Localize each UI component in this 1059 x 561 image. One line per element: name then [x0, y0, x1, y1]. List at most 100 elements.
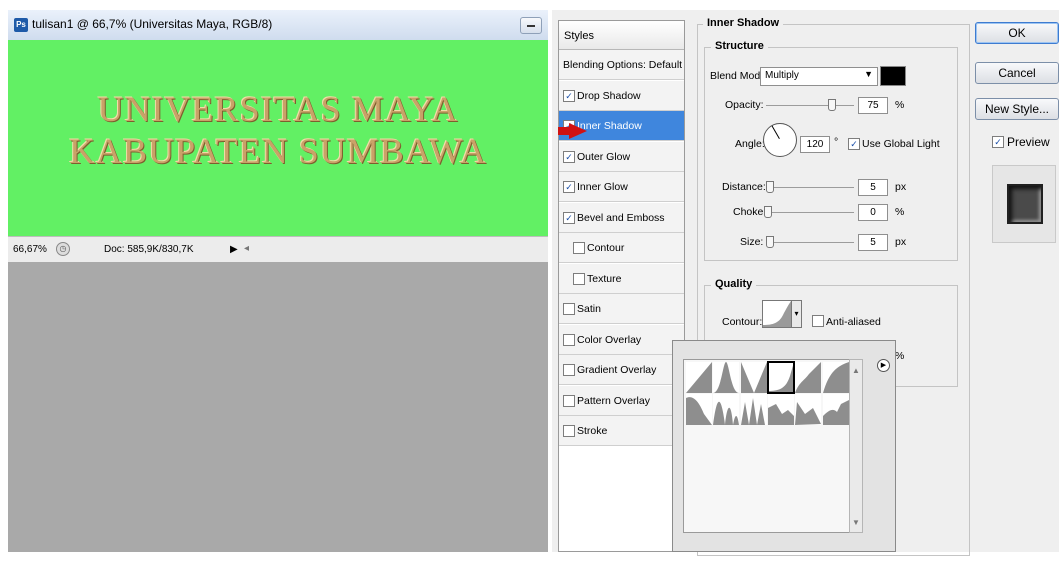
use-global-light-label: Use Global Light [862, 138, 940, 150]
styles-list: Styles Blending Options: Default Drop Sha… [558, 20, 685, 552]
style-item-checkbox[interactable] [563, 425, 575, 437]
document-title: tulisan1 @ 66,7% (Universitas Maya, RGB/… [32, 17, 273, 31]
style-item-checkbox[interactable] [563, 89, 575, 102]
blend-mode-select[interactable]: Multiply ▼ [760, 67, 878, 86]
style-item-label: Outer Glow [577, 150, 631, 163]
choke-label: Choke: [733, 206, 767, 218]
contour-picker-popup: ▲ ▼ ▶ [672, 340, 896, 552]
image-canvas[interactable]: UNIVERSITAS MAYA KABUPATEN SUMBAWA [8, 40, 548, 236]
style-item-bevel-and-emboss[interactable]: Bevel and Emboss [559, 202, 684, 233]
size-slider-thumb[interactable] [766, 236, 774, 248]
shadow-color-swatch[interactable] [880, 66, 906, 86]
minimize-button[interactable] [520, 17, 542, 34]
style-item-blending-options-default[interactable]: Blending Options: Default [559, 50, 684, 80]
quality-title: Quality [711, 278, 757, 290]
style-item-label: Pattern Overlay [577, 394, 650, 407]
contour-picker-menu-icon[interactable]: ▶ [877, 359, 890, 372]
distance-slider-thumb[interactable] [766, 181, 774, 193]
style-item-inner-glow[interactable]: Inner Glow [559, 172, 684, 202]
contour-preset[interactable] [686, 362, 712, 393]
style-item-satin[interactable]: Satin [559, 294, 684, 324]
contour-preset[interactable] [767, 394, 794, 425]
style-item-checkbox[interactable] [563, 394, 575, 407]
ok-button[interactable]: OK [975, 22, 1059, 44]
use-global-light-checkbox[interactable] [848, 138, 860, 150]
distance-unit: px [895, 181, 907, 193]
contour-preset[interactable] [822, 394, 849, 425]
preview-swatch [1007, 184, 1043, 224]
contour-preset[interactable] [740, 394, 767, 425]
canvas-text-line-2: KABUPATEN SUMBAWA [69, 131, 487, 171]
style-item-checkbox[interactable] [563, 364, 575, 376]
blend-mode-value: Multiply [765, 70, 799, 81]
contour-picker-scrollbar[interactable]: ▲ ▼ [849, 359, 863, 533]
size-label: Size: [740, 236, 764, 248]
document-status-bar: 66,67% ◷ Doc: 585,9K/830,7K ▶ ◂ [8, 236, 548, 263]
size-input[interactable]: 5 [858, 234, 888, 251]
choke-slider-track[interactable] [766, 212, 854, 213]
style-item-gradient-overlay[interactable]: Gradient Overlay [559, 355, 684, 385]
contour-dropdown-button[interactable]: ▾ [791, 300, 802, 328]
opacity-slider-thumb[interactable] [828, 99, 836, 111]
styles-list-header[interactable]: Styles [559, 21, 684, 50]
style-item-drop-shadow[interactable]: Drop Shadow [559, 80, 684, 111]
style-item-pattern-overlay[interactable]: Pattern Overlay [559, 385, 684, 416]
scroll-left-icon[interactable]: ◂ [244, 243, 249, 254]
style-item-checkbox[interactable] [563, 150, 575, 163]
new-style-button[interactable]: New Style... [975, 98, 1059, 120]
contour-preset[interactable] [795, 362, 822, 393]
photoshop-app-icon: Ps [14, 18, 28, 32]
cancel-button[interactable]: Cancel [975, 62, 1059, 84]
styles-header-label: Styles [564, 30, 594, 42]
style-item-stroke[interactable]: Stroke [559, 416, 684, 446]
opacity-slider-track[interactable] [766, 105, 854, 106]
contour-preset[interactable] [740, 362, 767, 393]
style-preview-thumbnail [992, 165, 1056, 243]
canvas-text-line-1: UNIVERSITAS MAYA [97, 89, 459, 129]
workspace-background [8, 262, 548, 552]
style-item-label: Gradient Overlay [577, 364, 657, 376]
style-item-label: Bevel and Emboss [577, 211, 665, 224]
preview-checkbox[interactable] [992, 136, 1004, 148]
style-item-checkbox[interactable] [573, 272, 585, 285]
contour-preset[interactable] [686, 394, 712, 425]
choke-slider-thumb[interactable] [764, 206, 772, 218]
document-window: Ps tulisan1 @ 66,7% (Universitas Maya, R… [8, 10, 548, 552]
size-slider-track[interactable] [766, 242, 854, 243]
scroll-down-icon[interactable]: ▼ [852, 518, 860, 527]
angle-unit: ° [834, 136, 839, 148]
style-item-checkbox[interactable] [563, 211, 575, 224]
style-item-checkbox[interactable] [573, 242, 585, 254]
distance-slider-track[interactable] [766, 187, 854, 188]
anti-aliased-checkbox[interactable] [812, 315, 824, 327]
style-item-checkbox[interactable] [563, 181, 575, 193]
scroll-up-icon[interactable]: ▲ [852, 366, 860, 375]
status-info-icon[interactable]: ◷ [56, 242, 70, 256]
structure-title: Structure [711, 40, 768, 52]
contour-preset[interactable] [822, 362, 849, 393]
style-item-label: Stroke [577, 425, 608, 437]
style-item-checkbox[interactable] [563, 303, 575, 315]
contour-preset[interactable] [713, 362, 740, 393]
chevron-down-icon: ▼ [864, 69, 873, 79]
opacity-input[interactable]: 75 [858, 97, 888, 114]
angle-dial[interactable] [763, 123, 797, 157]
annotation-arrow-icon [569, 123, 587, 139]
document-title-bar[interactable]: Ps tulisan1 @ 66,7% (Universitas Maya, R… [8, 10, 548, 41]
contour-preview[interactable] [762, 300, 792, 328]
style-item-contour[interactable]: Contour [559, 233, 684, 263]
zoom-level[interactable]: 66,67% [13, 244, 47, 255]
style-item-color-overlay[interactable]: Color Overlay [559, 324, 684, 355]
opacity-label: Opacity: [725, 99, 764, 111]
contour-preset[interactable] [795, 394, 822, 425]
distance-input[interactable]: 5 [858, 179, 888, 196]
size-unit: px [895, 236, 907, 248]
style-item-texture[interactable]: Texture [559, 263, 684, 294]
style-item-outer-glow[interactable]: Outer Glow [559, 141, 684, 172]
choke-input[interactable]: 0 [858, 204, 888, 221]
angle-input[interactable]: 120 [800, 136, 830, 153]
status-menu-arrow-icon[interactable]: ▶ [230, 244, 238, 255]
contour-preset[interactable] [713, 394, 740, 425]
style-item-checkbox[interactable] [563, 333, 575, 346]
contour-preset[interactable] [766, 361, 795, 394]
